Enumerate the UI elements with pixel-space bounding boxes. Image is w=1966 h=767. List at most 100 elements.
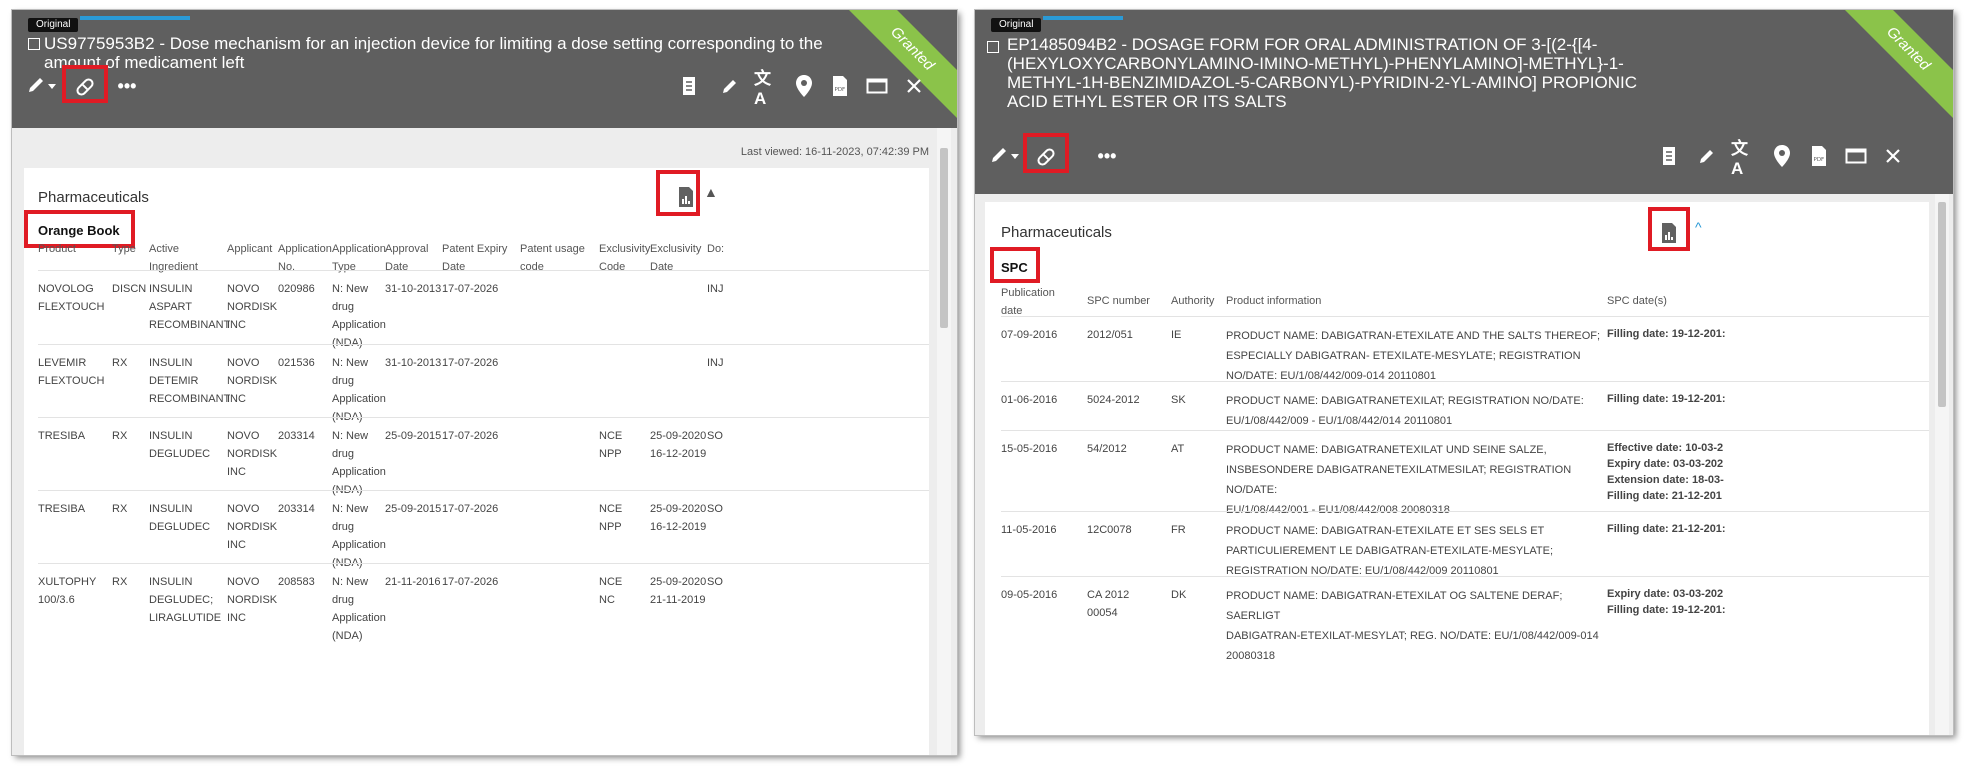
table-cell: PRODUCT NAME: DABIGATRANETEXILAT; REGIST… <box>1226 395 1584 427</box>
table-cell: PRODUCT NAME: DABIGATRAN-ETEXILATE ET SE… <box>1226 525 1554 577</box>
table-cell: 25-09-2020 16-12-2019 <box>650 503 707 533</box>
table-cell: SO <box>707 503 723 515</box>
table-cell: NCE NPP <box>599 503 623 533</box>
translate-icon[interactable]: 文A <box>754 69 780 108</box>
table-cell: Filling date: 19-12-201: <box>1607 393 1726 405</box>
table-cell: N: New drug Application (NDA) <box>332 430 386 496</box>
section-title: Pharmaceuticals <box>38 189 149 206</box>
table-cell: N: New drug Application (NDA) <box>332 357 386 423</box>
column-header[interactable]: Product <box>38 240 76 258</box>
original-badge: Original <box>28 18 79 32</box>
window-icon[interactable] <box>1843 144 1869 168</box>
svg-text:PDF: PDF <box>1814 157 1825 163</box>
column-header[interactable]: Do: <box>707 240 724 258</box>
close-icon[interactable] <box>1881 144 1905 168</box>
table-cell: 11-05-2016 <box>1001 524 1057 536</box>
document-icon[interactable] <box>678 72 702 100</box>
row-divider <box>1001 576 1929 577</box>
table-cell: 25-09-2015 <box>385 503 442 515</box>
row-divider <box>1001 511 1929 512</box>
highlight-box <box>990 247 1040 283</box>
table-cell: 07-09-2016 <box>1001 329 1058 341</box>
table-cell: LEVEMIR FLEXTOUCH <box>38 357 105 387</box>
table-cell: Effective date: 10-03-2 Expiry date: 03-… <box>1607 442 1724 502</box>
select-checkbox[interactable] <box>987 41 999 53</box>
table-cell: DISCN <box>112 283 147 295</box>
location-pin-icon[interactable] <box>792 72 816 100</box>
location-pin-icon[interactable] <box>1770 142 1794 170</box>
table-cell: SK <box>1171 394 1186 406</box>
table-cell: 25-09-2020 21-11-2019 <box>650 576 707 606</box>
column-header[interactable]: Applicant <box>227 240 272 258</box>
translate-icon[interactable]: 文A <box>1731 139 1757 178</box>
table-cell: 203314 <box>278 430 315 442</box>
document-icon[interactable] <box>1658 142 1682 170</box>
table-cell: NOVOLOG FLEXTOUCH <box>38 283 105 313</box>
table-cell: N: New drug Application (NDA) <box>332 283 386 349</box>
active-tab-indicator <box>1043 16 1123 20</box>
status-ribbon: Granted <box>1835 10 1953 122</box>
table-cell: PRODUCT NAME: DABIGATRANETEXILAT UND SEI… <box>1226 444 1572 516</box>
table-cell: N: New drug Application (NDA) <box>332 503 386 569</box>
table-cell: 21-11-2016 <box>385 576 441 588</box>
table-cell: 203314 <box>278 503 315 515</box>
pharmaceuticals-card: Pharmaceuticals ^ SPC Publication date SP… <box>985 202 1929 735</box>
panel-body: Pharmaceuticals ^ SPC Publication date SP… <box>975 194 1953 735</box>
row-divider <box>1001 381 1929 382</box>
table-cell: RX <box>112 503 128 515</box>
scrollbar-thumb[interactable] <box>1938 202 1946 407</box>
column-header[interactable]: Type <box>112 240 136 258</box>
row-divider <box>38 490 929 491</box>
panel-header: Original EP1485094B2 - DOSAGE FORM FOR O… <box>975 10 1953 194</box>
collapse-chevron-icon[interactable]: ▲ <box>704 184 718 200</box>
column-header[interactable]: Product information <box>1226 292 1321 310</box>
table-cell: Filling date: 19-12-201: <box>1607 328 1726 340</box>
table-cell: 01-06-2016 <box>1001 394 1058 406</box>
column-header[interactable]: SPC number <box>1087 292 1150 310</box>
more-options-icon[interactable]: ••• <box>114 74 140 98</box>
highlighter-icon[interactable] <box>1695 144 1719 168</box>
table-cell: TRESIBA <box>38 503 86 515</box>
table-cell: N: New drug Application (NDA) <box>332 576 386 642</box>
close-icon[interactable] <box>902 74 926 98</box>
table-cell: 17-07-2026 <box>442 430 499 442</box>
more-options-icon[interactable]: ••• <box>1094 144 1120 168</box>
table-cell: 208583 <box>278 576 315 588</box>
scrollbar[interactable] <box>937 128 951 755</box>
table-cell: 15-05-2016 <box>1001 443 1058 455</box>
scrollbar[interactable] <box>1935 194 1949 735</box>
edit-dropdown-button[interactable] <box>987 144 1023 168</box>
table-cell: INSULIN DETEMIR RECOMBINANT <box>149 357 231 405</box>
table-cell: RX <box>112 576 128 588</box>
collapse-chevron-icon[interactable]: ^ <box>1695 219 1702 235</box>
pdf-icon[interactable]: PDF <box>1807 142 1831 170</box>
pdf-icon[interactable]: PDF <box>828 72 852 100</box>
column-header[interactable]: Publication date <box>1001 284 1055 320</box>
table-cell: DK <box>1171 589 1187 601</box>
table-cell: 31-10-2013 <box>385 357 442 369</box>
active-tab-indicator <box>80 16 190 20</box>
table-cell: 12C0078 <box>1087 524 1132 536</box>
table-cell: NOVO NORDISK INC <box>227 283 278 331</box>
row-divider <box>38 563 929 564</box>
original-badge: Original <box>991 18 1042 32</box>
table-cell: 09-05-2016 <box>1001 589 1058 601</box>
highlighter-icon[interactable] <box>718 74 742 98</box>
select-checkbox[interactable] <box>28 38 40 50</box>
row-divider <box>38 344 929 345</box>
panel-header: Original US9775953B2 - Dose mechanism fo… <box>12 10 957 128</box>
table-cell: INSULIN DEGLUDEC <box>149 430 211 460</box>
panel-body: Last viewed: 16-11-2023, 07:42:39 PM Pha… <box>12 128 957 755</box>
svg-text:PDF: PDF <box>835 87 846 93</box>
table-cell: 021536 <box>278 357 315 369</box>
edit-dropdown-button[interactable] <box>24 74 60 98</box>
table-cell: NCE NPP <box>599 430 623 460</box>
column-header[interactable]: SPC date(s) <box>1607 292 1667 310</box>
highlight-box <box>62 65 108 103</box>
column-header[interactable]: Authority <box>1171 292 1214 310</box>
scrollbar-thumb[interactable] <box>940 148 948 328</box>
table-cell: INSULIN DEGLUDEC; LIRAGLUTIDE <box>149 576 222 624</box>
status-ribbon: Granted <box>839 10 957 122</box>
window-icon[interactable] <box>864 74 890 98</box>
table-cell: INJ <box>707 283 724 295</box>
